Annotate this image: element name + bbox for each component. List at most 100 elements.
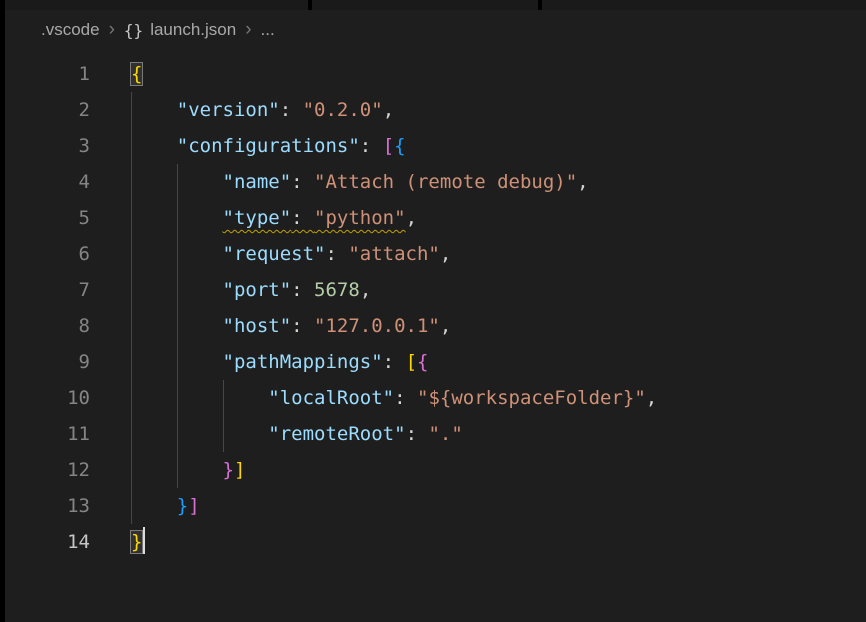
- token-b2: ]: [188, 495, 199, 517]
- line-number: 12: [5, 452, 90, 488]
- code-content: "configurations": [{: [131, 128, 406, 164]
- breadcrumb-symbol-ellipsis[interactable]: ...: [261, 20, 275, 40]
- line-number: 2: [5, 92, 90, 128]
- code-content: "localRoot": "${workspaceFolder}",: [131, 380, 657, 416]
- indent-guide: [177, 416, 178, 452]
- token-string: ".": [428, 423, 462, 445]
- line-number: 7: [5, 272, 90, 308]
- code-content: "pathMappings": [{: [131, 344, 428, 380]
- token-punct: :: [291, 279, 314, 301]
- token-key: "type": [223, 207, 292, 229]
- indent-guide: [131, 272, 132, 308]
- indent-guide: [131, 236, 132, 272]
- code-content: "remoteRoot": ".": [131, 416, 463, 452]
- indent-guide: [177, 272, 178, 308]
- indent-guide: [131, 164, 132, 200]
- code-line-13[interactable]: 13 }]: [5, 488, 866, 524]
- line-number: 5: [5, 200, 90, 236]
- line-number: 8: [5, 308, 90, 344]
- tab-bar: [5, 0, 866, 10]
- line-number: 14: [5, 524, 90, 560]
- token-b1: [: [406, 351, 417, 373]
- code-content: "host": "127.0.0.1",: [131, 308, 451, 344]
- token-key: "request": [223, 243, 326, 265]
- token-string: "0.2.0": [303, 99, 383, 121]
- code-content: "port": 5678,: [131, 272, 371, 308]
- indent-guide: [131, 92, 132, 128]
- warning-squiggle-span: "type": "python": [223, 207, 406, 229]
- breadcrumb-folder[interactable]: .vscode: [41, 20, 100, 40]
- token-key: "version": [177, 99, 280, 121]
- vscode-window: .vscode › {} launch.json › ... 1{2 "vers…: [5, 0, 866, 622]
- code-content: }]: [131, 488, 200, 524]
- token-punct: :: [360, 135, 383, 157]
- breadcrumb: .vscode › {} launch.json › ...: [5, 10, 866, 50]
- token-punct: :: [291, 171, 314, 193]
- tab-partial-3[interactable]: [542, 0, 866, 10]
- token-punct: ,: [440, 315, 451, 337]
- code-editor[interactable]: 1{2 "version": "0.2.0",3 "configurations…: [5, 50, 866, 560]
- token-key: "name": [223, 171, 292, 193]
- indent-guide: [177, 236, 178, 272]
- matched-bracket: }: [131, 531, 142, 553]
- indent-guide: [131, 128, 132, 164]
- token-b1: ]: [234, 459, 245, 481]
- token-b3: {: [394, 135, 405, 157]
- code-line-1[interactable]: 1{: [5, 56, 866, 92]
- token-punct: :: [280, 99, 303, 121]
- indent-guide: [131, 416, 132, 452]
- json-file-icon: {}: [124, 21, 143, 40]
- indent-guide: [177, 380, 178, 416]
- indent-guide: [223, 416, 224, 452]
- token-b2: [: [383, 135, 394, 157]
- code-line-10[interactable]: 10 "localRoot": "${workspaceFolder}",: [5, 380, 866, 416]
- code-line-6[interactable]: 6 "request": "attach",: [5, 236, 866, 272]
- token-b2: {: [417, 351, 428, 373]
- code-line-12[interactable]: 12 }]: [5, 452, 866, 488]
- code-line-5[interactable]: 5 "type": "python",: [5, 200, 866, 236]
- code-line-11[interactable]: 11 "remoteRoot": ".": [5, 416, 866, 452]
- line-number: 3: [5, 128, 90, 164]
- indent-guide: [177, 200, 178, 236]
- line-number: 10: [5, 380, 90, 416]
- code-line-14[interactable]: 14}: [5, 524, 866, 560]
- token-punct: :: [291, 315, 314, 337]
- code-line-8[interactable]: 8 "host": "127.0.0.1",: [5, 308, 866, 344]
- indent-guide: [177, 308, 178, 344]
- code-content: "type": "python",: [131, 200, 417, 236]
- chevron-right-icon: ›: [100, 19, 124, 41]
- code-content: }]: [131, 452, 245, 488]
- breadcrumb-file[interactable]: launch.json: [150, 20, 236, 40]
- code-line-3[interactable]: 3 "configurations": [{: [5, 128, 866, 164]
- token-punct: ,: [577, 171, 588, 193]
- indent-guide: [131, 308, 132, 344]
- code-content: "request": "attach",: [131, 236, 451, 272]
- token-string: "127.0.0.1": [314, 315, 440, 337]
- token-ws: [131, 135, 177, 157]
- indent-guide: [131, 344, 132, 380]
- code-line-7[interactable]: 7 "port": 5678,: [5, 272, 866, 308]
- text-cursor: [143, 527, 145, 554]
- token-string: "python": [314, 207, 406, 229]
- indent-guide: [131, 200, 132, 236]
- token-key: "host": [223, 315, 292, 337]
- code-line-2[interactable]: 2 "version": "0.2.0",: [5, 92, 866, 128]
- matched-bracket: {: [131, 63, 142, 85]
- token-b2: }: [223, 459, 234, 481]
- token-punct: ,: [440, 243, 451, 265]
- tab-partial-1[interactable]: [5, 0, 308, 10]
- code-content: "name": "Attach (remote debug)",: [131, 164, 589, 200]
- chevron-right-icon: ›: [236, 19, 260, 41]
- token-key: "port": [223, 279, 292, 301]
- code-line-4[interactable]: 4 "name": "Attach (remote debug)",: [5, 164, 866, 200]
- indent-guide: [177, 344, 178, 380]
- code-content: }: [131, 524, 145, 560]
- indent-guide: [131, 488, 132, 524]
- indent-guide: [177, 164, 178, 200]
- line-number: 9: [5, 344, 90, 380]
- token-key: "remoteRoot": [268, 423, 405, 445]
- token-punct: :: [406, 423, 429, 445]
- token-b3: }: [177, 495, 188, 517]
- tab-partial-2[interactable]: [312, 0, 538, 10]
- code-line-9[interactable]: 9 "pathMappings": [{: [5, 344, 866, 380]
